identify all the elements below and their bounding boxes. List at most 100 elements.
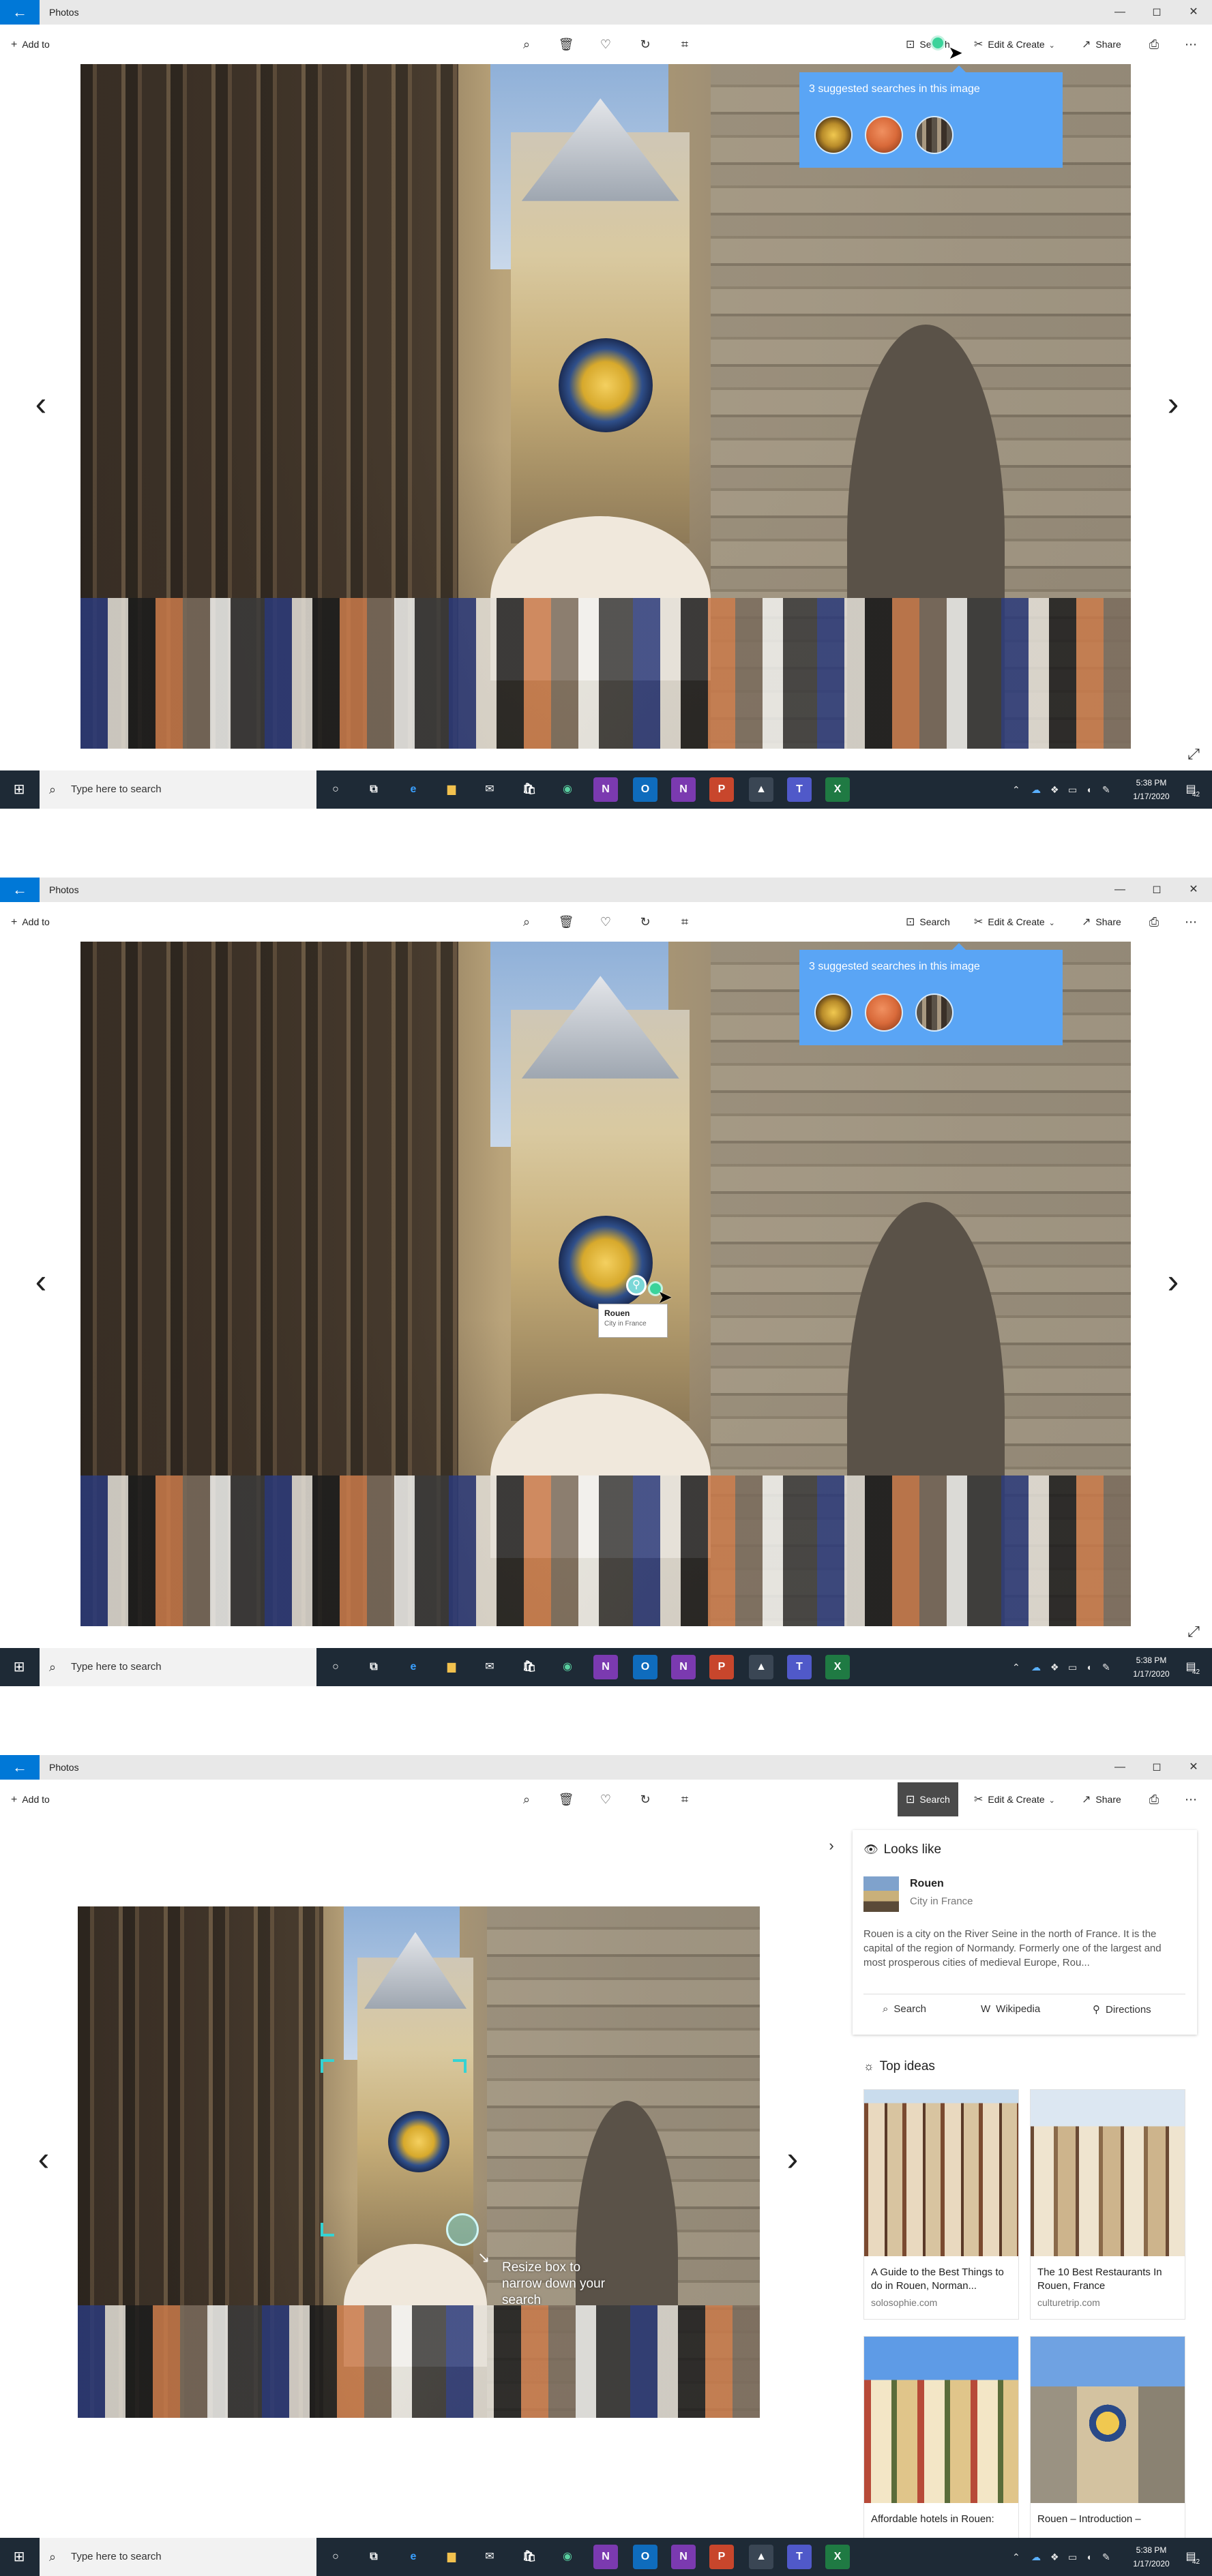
suggestion-hat-thumb[interactable] [865,116,903,154]
previous-photo-button[interactable]: ‹ [27,385,55,425]
edit-create-button[interactable]: ✂ Edit & Create ⌄ [974,25,1060,64]
edge-icon[interactable]: e [401,1655,426,1679]
more-icon[interactable]: ⋯ [1180,902,1202,942]
minimize-button[interactable]: — [1102,878,1138,902]
edit-create-button[interactable]: ✂ Edit & Create ⌄ [974,902,1060,942]
task-view-icon[interactable]: ⧉ [361,1655,386,1679]
entity-thumbnail[interactable] [863,1876,899,1912]
print-icon[interactable]: ⎙ [1143,1780,1165,1819]
print-icon[interactable]: ⎙ [1143,25,1165,64]
crop-icon[interactable]: ⌗ [674,1780,696,1819]
zoom-icon[interactable]: ⌕ [516,1780,537,1819]
fullscreen-icon[interactable]: ⤢ [1184,745,1203,764]
taskbar-clock[interactable]: 5:38 PM 1/17/2020 [1125,776,1177,803]
pen-icon[interactable]: ✎ [1102,1648,1110,1686]
rotate-icon[interactable]: ↻ [634,25,656,64]
dropbox-icon[interactable]: ❖ [1050,1648,1059,1686]
share-button[interactable]: ↗ Share [1082,1780,1121,1819]
powerpoint-icon[interactable]: P [709,777,734,802]
onenote-icon[interactable]: N [593,2545,618,2569]
more-icon[interactable]: ⋯ [1180,25,1202,64]
taskbar-search-box[interactable]: ⌕ Type here to search [40,2538,316,2576]
crop-handle-top-left[interactable] [321,2059,334,2073]
store-icon[interactable]: 🛍 [517,777,542,802]
file-explorer-icon[interactable]: ▆ [439,1655,464,1679]
maximize-button[interactable]: ◻ [1138,1755,1175,1780]
search-button-active[interactable]: ⊡ Search [898,1782,958,1816]
network-icon[interactable]: ▭ [1068,770,1077,809]
windows-start-icon[interactable]: ⊞ [0,1648,38,1686]
taskbar-clock[interactable]: 5:38 PM 1/17/2020 [1125,2543,1177,2571]
task-view-icon[interactable]: ⧉ [361,2545,386,2569]
back-button[interactable]: ← [0,1755,40,1780]
store-icon[interactable]: 🛍 [517,2545,542,2569]
network-icon[interactable]: ▭ [1068,2538,1077,2576]
volume-icon[interactable]: ◖ [1086,770,1091,809]
back-button[interactable]: ← [0,878,40,902]
zoom-icon[interactable]: ⌕ [516,25,537,64]
idea-card[interactable]: Affordable hotels in Rouen: [863,2336,1019,2541]
cortana-icon[interactable]: ○ [323,777,348,802]
dropbox-icon[interactable]: ❖ [1050,2538,1059,2576]
onenote-2-icon[interactable]: N [671,777,696,802]
onedrive-icon[interactable]: ☁ [1031,770,1041,809]
location-tooltip[interactable]: Rouen City in France [598,1304,668,1338]
pen-icon[interactable]: ✎ [1102,770,1110,809]
network-icon[interactable]: ▭ [1068,1648,1077,1686]
powerpoint-icon[interactable]: P [709,1655,734,1679]
favorite-icon[interactable]: ♡ [595,25,617,64]
favorite-icon[interactable]: ♡ [595,1780,617,1819]
delete-icon[interactable]: 🗑 [555,25,577,64]
edit-create-button[interactable]: ✂ Edit & Create ⌄ [974,1780,1060,1819]
onedrive-icon[interactable]: ☁ [1031,1648,1041,1686]
excel-icon[interactable]: X [825,1655,850,1679]
entity-name[interactable]: Rouen [910,1878,944,1890]
minimize-button[interactable]: — [1102,1755,1138,1780]
windows-start-icon[interactable]: ⊞ [0,770,38,809]
task-view-icon[interactable]: ⧉ [361,777,386,802]
windows-start-icon[interactable]: ⊞ [0,2538,38,2576]
suggestion-building-thumb[interactable] [915,116,954,154]
tray-chevron-icon[interactable]: ⌃ [1012,2538,1020,2576]
edge-icon[interactable]: e [401,2545,426,2569]
edge-icon[interactable]: e [401,777,426,802]
cortana-icon[interactable]: ○ [323,1655,348,1679]
suggestion-clock-thumb[interactable] [814,993,853,1032]
excel-icon[interactable]: X [825,2545,850,2569]
add-to-button[interactable]: + Add to [11,25,50,64]
fullscreen-icon[interactable]: ⤢ [1184,1622,1203,1641]
add-to-button[interactable]: + Add to [11,1780,50,1819]
crop-handle-bottom-left[interactable] [321,2223,334,2236]
close-button[interactable]: ✕ [1175,0,1212,25]
next-photo-button[interactable]: › [1159,1262,1187,1303]
tray-chevron-icon[interactable]: ⌃ [1012,1648,1020,1686]
rotate-icon[interactable]: ↻ [634,902,656,942]
close-button[interactable]: ✕ [1175,878,1212,902]
crop-handle-top-right[interactable] [453,2059,467,2073]
close-button[interactable]: ✕ [1175,1755,1212,1780]
chrome-icon[interactable]: ◉ [555,777,580,802]
teams-icon[interactable]: T [787,777,812,802]
chrome-icon[interactable]: ◉ [555,1655,580,1679]
previous-photo-button[interactable]: ‹ [30,2140,57,2181]
share-button[interactable]: ↗ Share [1082,902,1121,942]
file-explorer-icon[interactable]: ▆ [439,2545,464,2569]
photos-icon[interactable]: ▲ [749,777,773,802]
onenote-2-icon[interactable]: N [671,2545,696,2569]
location-pin-icon[interactable]: ⚲ [626,1275,647,1296]
mail-icon[interactable]: ✉ [477,1655,502,1679]
collapse-panel-chevron-icon[interactable]: › [821,1837,842,1855]
share-button[interactable]: ↗ Share [1082,25,1121,64]
zoom-icon[interactable]: ⌕ [516,902,537,942]
mail-icon[interactable]: ✉ [477,2545,502,2569]
outlook-icon[interactable]: O [633,2545,657,2569]
pen-icon[interactable]: ✎ [1102,2538,1110,2576]
idea-card[interactable]: The 10 Best Restaurants In Rouen, France… [1030,2089,1185,2320]
onedrive-icon[interactable]: ☁ [1031,2538,1041,2576]
onenote-icon[interactable]: N [593,777,618,802]
maximize-button[interactable]: ◻ [1138,878,1175,902]
excel-icon[interactable]: X [825,777,850,802]
add-to-button[interactable]: + Add to [11,902,50,942]
maximize-button[interactable]: ◻ [1138,0,1175,25]
chrome-icon[interactable]: ◉ [555,2545,580,2569]
